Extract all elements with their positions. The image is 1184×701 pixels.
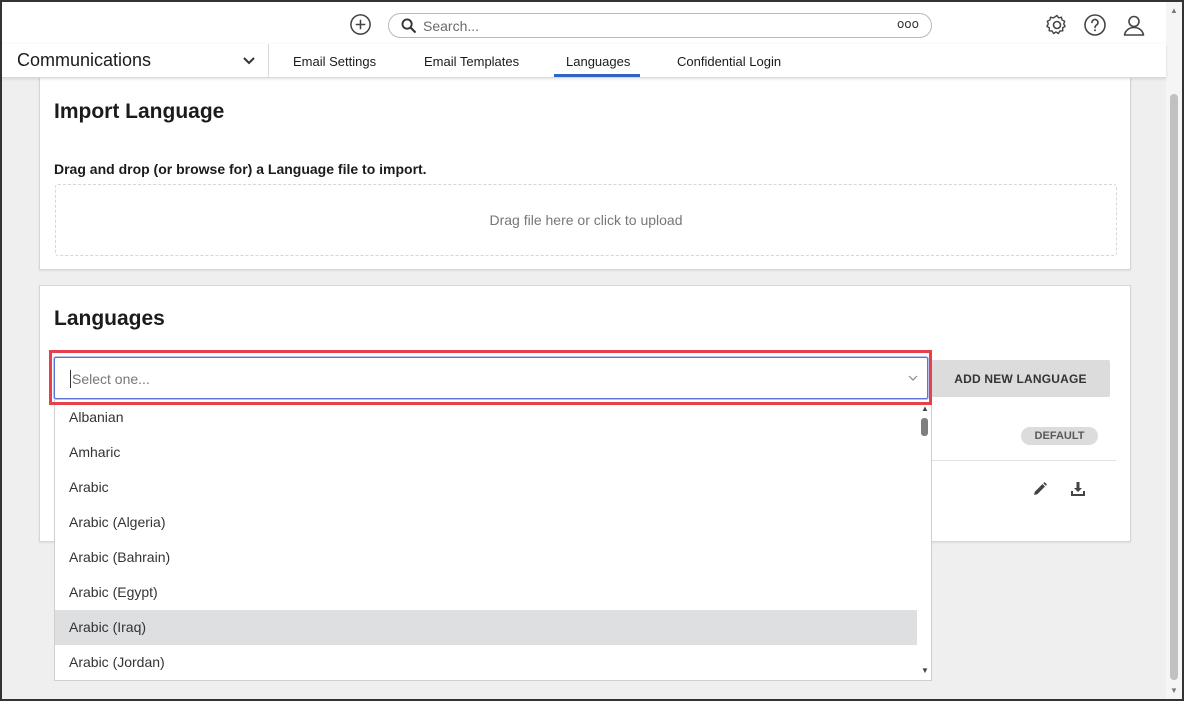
- module-nav-bar: Communications Email Settings Email Temp…: [2, 44, 1166, 78]
- user-icon[interactable]: [1122, 13, 1146, 37]
- row-divider: [931, 460, 1116, 461]
- page-scroll-thumb[interactable]: [1170, 94, 1178, 680]
- dropdown-option[interactable]: Arabic (Jordan): [55, 645, 917, 680]
- nav-divider: [268, 44, 269, 78]
- plus-circle-icon[interactable]: [349, 13, 372, 36]
- languages-card-title: Languages: [54, 307, 165, 330]
- default-badge: DEFAULT: [1021, 427, 1098, 445]
- import-card-title: Import Language: [54, 100, 225, 123]
- dropdown-scrollbar[interactable]: ▲ ▼: [917, 400, 931, 680]
- scroll-up-arrow-icon[interactable]: ▲: [921, 404, 929, 413]
- tab-languages[interactable]: Languages: [566, 54, 630, 69]
- add-new-language-button[interactable]: ADD NEW LANGUAGE: [931, 360, 1110, 397]
- scroll-down-arrow-icon[interactable]: ▼: [921, 666, 929, 675]
- chevron-down-icon[interactable]: [242, 55, 256, 67]
- tab-email-settings[interactable]: Email Settings: [293, 54, 376, 69]
- page-scrollbar[interactable]: ▲ ▼: [1166, 2, 1182, 699]
- dropdown-option[interactable]: Arabic (Bahrain): [55, 540, 917, 575]
- search-bar[interactable]: ooo: [388, 13, 932, 38]
- download-icon[interactable]: [1070, 481, 1086, 497]
- tab-confidential-login[interactable]: Confidential Login: [677, 54, 781, 69]
- dropdown-option[interactable]: Arabic (Algeria): [55, 505, 917, 540]
- language-dropdown-menu: Albanian Amharic Arabic Arabic (Algeria)…: [54, 400, 932, 681]
- dropdown-option[interactable]: Albanian: [55, 400, 917, 435]
- dropdown-option[interactable]: Amharic: [55, 435, 917, 470]
- scroll-up-arrow-icon[interactable]: ▲: [1170, 6, 1178, 15]
- dropdown-option[interactable]: Arabic: [55, 470, 917, 505]
- pencil-icon[interactable]: [1032, 481, 1048, 497]
- search-input[interactable]: [423, 16, 863, 35]
- dropdown-option-hovered[interactable]: Arabic (Iraq): [55, 610, 917, 645]
- import-description: Drag and drop (or browse for) a Language…: [54, 161, 427, 177]
- dropzone-text: Drag file here or click to upload: [489, 212, 683, 228]
- module-selector[interactable]: Communications: [17, 50, 151, 71]
- dropdown-scroll-thumb[interactable]: [921, 418, 928, 436]
- search-more-options[interactable]: ooo: [897, 17, 919, 31]
- search-icon: [401, 18, 416, 33]
- file-dropzone[interactable]: Drag file here or click to upload: [55, 184, 1117, 256]
- active-tab-indicator: [554, 74, 640, 77]
- scroll-down-arrow-icon[interactable]: ▼: [1170, 686, 1178, 695]
- top-bar: ooo: [2, 2, 1166, 44]
- gear-icon[interactable]: [1045, 13, 1069, 37]
- dropdown-option[interactable]: Arabic (Egypt): [55, 575, 917, 610]
- highlight-box: [49, 350, 932, 405]
- import-language-card: Import Language Drag and drop (or browse…: [39, 70, 1131, 270]
- tab-email-templates[interactable]: Email Templates: [424, 54, 519, 69]
- help-icon[interactable]: [1083, 13, 1107, 37]
